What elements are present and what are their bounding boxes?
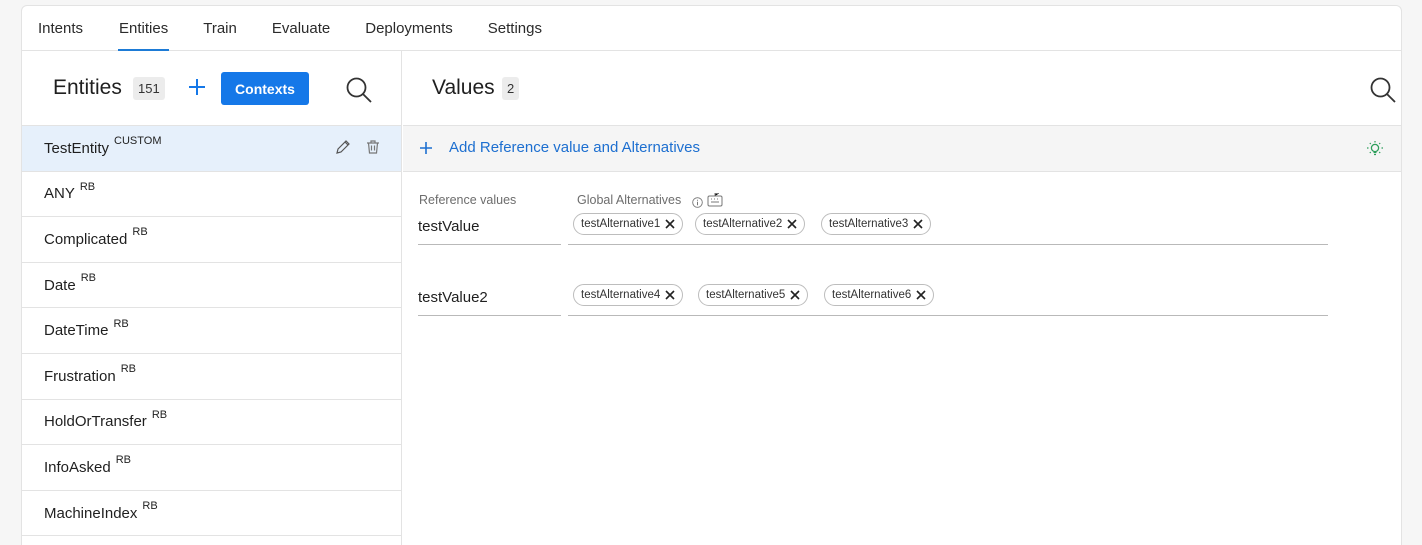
pencil-icon [336, 140, 350, 154]
list-item[interactable]: DateTime RB [22, 308, 401, 354]
close-icon[interactable] [915, 289, 927, 301]
reference-value-input[interactable]: testValue [418, 213, 561, 245]
values-search-button[interactable] [1369, 76, 1397, 104]
close-icon[interactable] [912, 218, 924, 230]
global-alternatives-label: Global Alternatives [577, 193, 682, 207]
entity-type-tag: RB [151, 408, 168, 421]
list-item[interactable]: Complicated RB [22, 217, 401, 263]
entities-panel: Entities 151 Contexts TestEntity CUSTOM [22, 51, 402, 545]
values-panel: Values 2 Add Reference value and Alterna… [403, 51, 1401, 545]
contexts-button[interactable]: Contexts [221, 72, 309, 105]
entity-name: Date [44, 276, 76, 294]
entity-type-tag: CUSTOM [114, 135, 162, 148]
plus-icon [420, 141, 432, 154]
tab-deployments[interactable]: Deployments [364, 6, 454, 50]
entities-title: Entities [53, 76, 122, 99]
tab-settings[interactable]: Settings [487, 6, 543, 50]
entity-type-tag: RB [132, 226, 148, 239]
tab-evaluate[interactable]: Evaluate [271, 6, 331, 50]
close-icon[interactable] [786, 218, 798, 230]
entity-name: TestEntity [44, 139, 110, 157]
entity-list: TestEntity CUSTOM ANY RB Complicated RB [22, 126, 401, 537]
search-icon [346, 77, 372, 103]
alternative-chip-label: testAlternative6 [832, 289, 912, 301]
reference-values-label: Reference values [419, 193, 517, 207]
alternatives-input[interactable]: testAlternative4 testAlternative5 testAl… [568, 284, 1328, 316]
search-icon [1370, 77, 1396, 103]
list-item[interactable]: MachineIndex RB [22, 491, 401, 537]
alternative-chip-label: testAlternative4 [581, 289, 661, 301]
entity-name: ANY [44, 185, 75, 203]
entity-type-tag: RB [115, 454, 131, 467]
list-item[interactable]: InfoAsked RB [22, 445, 401, 491]
alternative-chip-label: testAlternative5 [706, 289, 786, 301]
values-header: Values 2 [403, 51, 1401, 126]
entity-search-button[interactable] [345, 76, 373, 104]
close-icon[interactable] [664, 289, 676, 301]
tab-intents[interactable]: Intents [37, 6, 84, 50]
close-icon[interactable] [789, 289, 801, 301]
edit-entity-button[interactable] [335, 139, 351, 155]
close-icon[interactable] [664, 218, 676, 230]
add-value-bar: Add Reference value and Alternatives [403, 126, 1401, 172]
info-icon[interactable] [692, 195, 703, 208]
alternative-chip-label: testAlternative2 [703, 218, 783, 230]
entity-name: Complicated [44, 230, 128, 248]
reference-value-input[interactable]: testValue2 [418, 284, 561, 316]
list-item[interactable]: HoldOrTransfer RB [22, 400, 401, 446]
entity-name: Frustration [44, 367, 116, 385]
entities-header: Entities 151 Contexts [22, 51, 401, 126]
list-item[interactable]: Frustration RB [22, 354, 401, 400]
entities-count-badge: 151 [133, 77, 165, 100]
alternative-chip: testAlternative5 [698, 284, 809, 306]
top-tabs: Intents Entities Train Evaluate Deployme… [22, 6, 1401, 51]
alternative-chip-label: testAlternative1 [581, 218, 661, 230]
entity-type-tag: RB [79, 180, 96, 193]
entity-type-tag: RB [142, 500, 158, 513]
add-reference-value-label: Add Reference value and Alternatives [449, 139, 700, 156]
entity-name: InfoAsked [44, 458, 111, 476]
values-count-badge: 2 [502, 77, 520, 100]
info-icon-glyph [692, 197, 703, 208]
entity-type-tag: RB [113, 317, 129, 330]
delete-entity-button[interactable] [365, 139, 381, 155]
alternative-chip: testAlternative1 [573, 213, 684, 235]
hint-button[interactable] [1366, 140, 1384, 158]
entity-name: HoldOrTransfer [44, 413, 147, 431]
alternative-chip: testAlternative4 [573, 284, 684, 306]
app-window: Intents Entities Train Evaluate Deployme… [21, 5, 1402, 545]
add-reference-value-button[interactable]: Add Reference value and Alternatives [419, 139, 700, 156]
alternative-chip: testAlternative2 [695, 213, 806, 235]
add-entity-button[interactable] [187, 77, 207, 97]
entity-type-tag: RB [80, 272, 96, 285]
entity-actions [335, 139, 381, 155]
trash-icon [367, 140, 379, 154]
values-title: Values [432, 76, 495, 99]
entity-type-tag: RB [120, 363, 136, 376]
alternatives-input[interactable]: testAlternative1 testAlternative2 testAl… [568, 213, 1328, 245]
list-item[interactable]: ANY RB [22, 172, 401, 218]
alternative-chip-label: testAlternative3 [829, 218, 909, 230]
keyboard-icon[interactable] [707, 192, 723, 207]
tab-train[interactable]: Train [202, 6, 238, 50]
alternative-chip: testAlternative6 [824, 284, 935, 306]
list-item[interactable]: Date RB [22, 263, 401, 309]
list-item[interactable]: TestEntity CUSTOM [22, 126, 401, 172]
entity-name: DateTime [44, 322, 109, 340]
lightbulb-icon [1367, 141, 1383, 156]
alternative-chip: testAlternative3 [821, 213, 932, 235]
keyboard-icon-glyph [707, 193, 723, 207]
plus-icon [189, 79, 205, 95]
tab-entities[interactable]: Entities [118, 6, 170, 51]
entity-name: MachineIndex [44, 504, 138, 522]
